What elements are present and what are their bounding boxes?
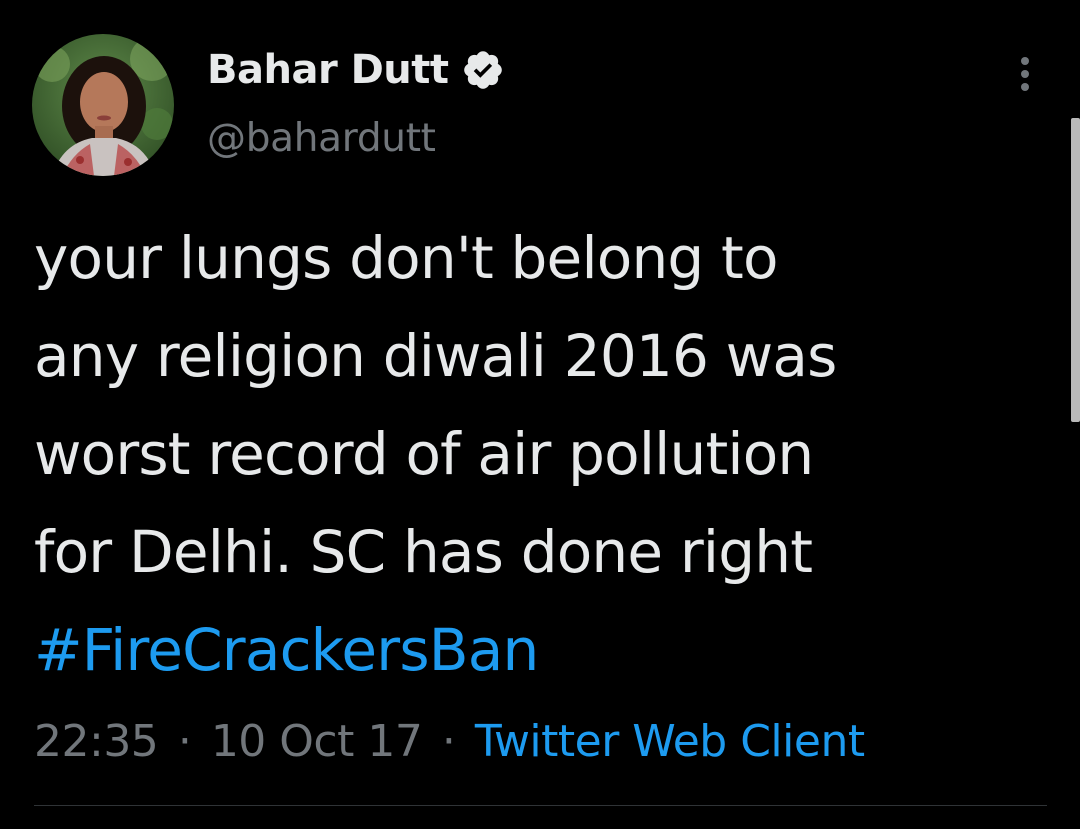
more-vertical-icon[interactable] bbox=[1008, 52, 1042, 96]
hashtag-link[interactable]: #FireCrackersBan bbox=[34, 601, 1034, 699]
tweet-meta: 22:35 · 10 Oct 17 · Twitter Web Client bbox=[34, 712, 865, 772]
author-handle[interactable]: @bahardutt bbox=[207, 116, 436, 161]
meta-separator: · bbox=[441, 716, 456, 767]
avatar-image bbox=[32, 34, 174, 176]
avatar[interactable] bbox=[32, 34, 174, 176]
tweet-text: your lungs don't belong to any religion … bbox=[34, 209, 1034, 699]
display-name[interactable]: Bahar Dutt bbox=[207, 47, 449, 93]
author-name-row[interactable]: Bahar Dutt bbox=[207, 42, 505, 98]
tweet-text-line: worst record of air pollution bbox=[34, 420, 814, 488]
tweet-card: Bahar Dutt @bahardutt your lungs don't b… bbox=[0, 0, 1080, 829]
divider bbox=[34, 805, 1047, 806]
tweet-text-line: any religion diwali 2016 was bbox=[34, 322, 837, 390]
verified-badge-icon bbox=[461, 48, 505, 92]
scrollbar[interactable] bbox=[1071, 118, 1080, 422]
tweet-text-line: for Delhi. SC has done right bbox=[34, 518, 813, 586]
tweet-date[interactable]: 10 Oct 17 bbox=[211, 716, 423, 767]
meta-separator: · bbox=[177, 716, 192, 767]
tweet-text-line: your lungs don't belong to bbox=[34, 224, 778, 292]
tweet-time[interactable]: 22:35 bbox=[34, 716, 159, 767]
source-client-link[interactable]: Twitter Web Client bbox=[475, 716, 865, 767]
